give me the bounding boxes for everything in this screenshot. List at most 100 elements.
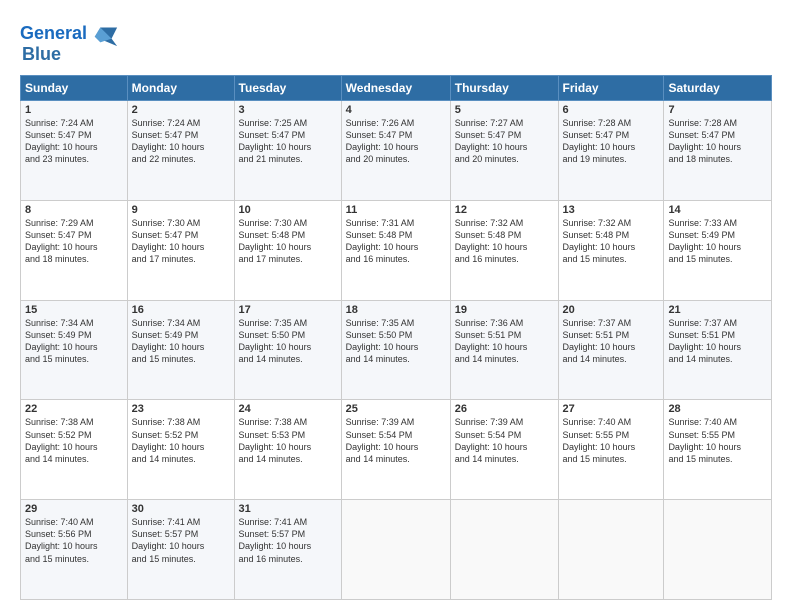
calendar-cell: 3Sunrise: 7:25 AM Sunset: 5:47 PM Daylig… bbox=[234, 101, 341, 201]
day-info: Sunrise: 7:39 AM Sunset: 5:54 PM Dayligh… bbox=[346, 416, 446, 465]
day-info: Sunrise: 7:34 AM Sunset: 5:49 PM Dayligh… bbox=[25, 317, 123, 366]
day-info: Sunrise: 7:37 AM Sunset: 5:51 PM Dayligh… bbox=[563, 317, 660, 366]
day-number: 20 bbox=[563, 304, 660, 316]
day-info: Sunrise: 7:31 AM Sunset: 5:48 PM Dayligh… bbox=[346, 217, 446, 266]
weekday-header-tuesday: Tuesday bbox=[234, 76, 341, 101]
day-number: 4 bbox=[346, 104, 446, 116]
day-number: 28 bbox=[668, 403, 767, 415]
day-info: Sunrise: 7:39 AM Sunset: 5:54 PM Dayligh… bbox=[455, 416, 554, 465]
calendar-cell: 19Sunrise: 7:36 AM Sunset: 5:51 PM Dayli… bbox=[450, 300, 558, 400]
day-number: 24 bbox=[239, 403, 337, 415]
day-info: Sunrise: 7:36 AM Sunset: 5:51 PM Dayligh… bbox=[455, 317, 554, 366]
day-info: Sunrise: 7:25 AM Sunset: 5:47 PM Dayligh… bbox=[239, 117, 337, 166]
day-info: Sunrise: 7:40 AM Sunset: 5:55 PM Dayligh… bbox=[563, 416, 660, 465]
day-number: 2 bbox=[132, 104, 230, 116]
day-info: Sunrise: 7:28 AM Sunset: 5:47 PM Dayligh… bbox=[563, 117, 660, 166]
calendar-cell: 27Sunrise: 7:40 AM Sunset: 5:55 PM Dayli… bbox=[558, 400, 664, 500]
day-info: Sunrise: 7:40 AM Sunset: 5:56 PM Dayligh… bbox=[25, 516, 123, 565]
day-number: 6 bbox=[563, 104, 660, 116]
calendar-cell: 25Sunrise: 7:39 AM Sunset: 5:54 PM Dayli… bbox=[341, 400, 450, 500]
day-info: Sunrise: 7:24 AM Sunset: 5:47 PM Dayligh… bbox=[132, 117, 230, 166]
day-info: Sunrise: 7:38 AM Sunset: 5:52 PM Dayligh… bbox=[132, 416, 230, 465]
day-number: 26 bbox=[455, 403, 554, 415]
day-number: 27 bbox=[563, 403, 660, 415]
calendar-cell bbox=[450, 500, 558, 600]
page: General Blue SundayMondayTuesdayWednesda… bbox=[0, 0, 792, 612]
calendar-cell: 8Sunrise: 7:29 AM Sunset: 5:47 PM Daylig… bbox=[21, 200, 128, 300]
logo: General Blue bbox=[20, 20, 119, 65]
day-number: 9 bbox=[132, 204, 230, 216]
day-info: Sunrise: 7:40 AM Sunset: 5:55 PM Dayligh… bbox=[668, 416, 767, 465]
calendar-cell: 13Sunrise: 7:32 AM Sunset: 5:48 PM Dayli… bbox=[558, 200, 664, 300]
day-info: Sunrise: 7:26 AM Sunset: 5:47 PM Dayligh… bbox=[346, 117, 446, 166]
day-info: Sunrise: 7:34 AM Sunset: 5:49 PM Dayligh… bbox=[132, 317, 230, 366]
day-number: 13 bbox=[563, 204, 660, 216]
day-info: Sunrise: 7:38 AM Sunset: 5:53 PM Dayligh… bbox=[239, 416, 337, 465]
calendar-cell: 10Sunrise: 7:30 AM Sunset: 5:48 PM Dayli… bbox=[234, 200, 341, 300]
calendar-cell: 21Sunrise: 7:37 AM Sunset: 5:51 PM Dayli… bbox=[664, 300, 772, 400]
day-number: 22 bbox=[25, 403, 123, 415]
day-number: 21 bbox=[668, 304, 767, 316]
calendar-cell: 22Sunrise: 7:38 AM Sunset: 5:52 PM Dayli… bbox=[21, 400, 128, 500]
calendar-cell: 24Sunrise: 7:38 AM Sunset: 5:53 PM Dayli… bbox=[234, 400, 341, 500]
day-number: 8 bbox=[25, 204, 123, 216]
calendar-cell: 28Sunrise: 7:40 AM Sunset: 5:55 PM Dayli… bbox=[664, 400, 772, 500]
calendar-cell: 11Sunrise: 7:31 AM Sunset: 5:48 PM Dayli… bbox=[341, 200, 450, 300]
day-number: 3 bbox=[239, 104, 337, 116]
calendar-cell: 26Sunrise: 7:39 AM Sunset: 5:54 PM Dayli… bbox=[450, 400, 558, 500]
calendar-cell: 17Sunrise: 7:35 AM Sunset: 5:50 PM Dayli… bbox=[234, 300, 341, 400]
calendar-cell: 15Sunrise: 7:34 AM Sunset: 5:49 PM Dayli… bbox=[21, 300, 128, 400]
day-number: 1 bbox=[25, 104, 123, 116]
calendar-cell: 16Sunrise: 7:34 AM Sunset: 5:49 PM Dayli… bbox=[127, 300, 234, 400]
calendar-table: SundayMondayTuesdayWednesdayThursdayFrid… bbox=[20, 75, 772, 600]
day-number: 14 bbox=[668, 204, 767, 216]
day-number: 10 bbox=[239, 204, 337, 216]
day-info: Sunrise: 7:32 AM Sunset: 5:48 PM Dayligh… bbox=[563, 217, 660, 266]
weekday-header-saturday: Saturday bbox=[664, 76, 772, 101]
logo-text: General bbox=[20, 24, 87, 44]
day-info: Sunrise: 7:35 AM Sunset: 5:50 PM Dayligh… bbox=[239, 317, 337, 366]
calendar-cell: 31Sunrise: 7:41 AM Sunset: 5:57 PM Dayli… bbox=[234, 500, 341, 600]
day-number: 19 bbox=[455, 304, 554, 316]
calendar-cell bbox=[664, 500, 772, 600]
calendar-cell: 14Sunrise: 7:33 AM Sunset: 5:49 PM Dayli… bbox=[664, 200, 772, 300]
day-info: Sunrise: 7:24 AM Sunset: 5:47 PM Dayligh… bbox=[25, 117, 123, 166]
day-number: 7 bbox=[668, 104, 767, 116]
header: General Blue bbox=[20, 16, 772, 65]
weekday-header-friday: Friday bbox=[558, 76, 664, 101]
day-info: Sunrise: 7:41 AM Sunset: 5:57 PM Dayligh… bbox=[239, 516, 337, 565]
calendar-cell: 20Sunrise: 7:37 AM Sunset: 5:51 PM Dayli… bbox=[558, 300, 664, 400]
day-number: 18 bbox=[346, 304, 446, 316]
calendar-cell: 4Sunrise: 7:26 AM Sunset: 5:47 PM Daylig… bbox=[341, 101, 450, 201]
calendar-cell: 23Sunrise: 7:38 AM Sunset: 5:52 PM Dayli… bbox=[127, 400, 234, 500]
logo-icon bbox=[91, 20, 119, 48]
day-number: 16 bbox=[132, 304, 230, 316]
calendar-cell: 6Sunrise: 7:28 AM Sunset: 5:47 PM Daylig… bbox=[558, 101, 664, 201]
calendar-cell: 2Sunrise: 7:24 AM Sunset: 5:47 PM Daylig… bbox=[127, 101, 234, 201]
day-info: Sunrise: 7:27 AM Sunset: 5:47 PM Dayligh… bbox=[455, 117, 554, 166]
weekday-header-wednesday: Wednesday bbox=[341, 76, 450, 101]
day-number: 29 bbox=[25, 503, 123, 515]
day-info: Sunrise: 7:28 AM Sunset: 5:47 PM Dayligh… bbox=[668, 117, 767, 166]
calendar-cell: 12Sunrise: 7:32 AM Sunset: 5:48 PM Dayli… bbox=[450, 200, 558, 300]
day-info: Sunrise: 7:32 AM Sunset: 5:48 PM Dayligh… bbox=[455, 217, 554, 266]
calendar-cell bbox=[558, 500, 664, 600]
calendar-cell: 5Sunrise: 7:27 AM Sunset: 5:47 PM Daylig… bbox=[450, 101, 558, 201]
weekday-header-monday: Monday bbox=[127, 76, 234, 101]
calendar-cell: 9Sunrise: 7:30 AM Sunset: 5:47 PM Daylig… bbox=[127, 200, 234, 300]
day-info: Sunrise: 7:41 AM Sunset: 5:57 PM Dayligh… bbox=[132, 516, 230, 565]
calendar-cell: 30Sunrise: 7:41 AM Sunset: 5:57 PM Dayli… bbox=[127, 500, 234, 600]
day-info: Sunrise: 7:38 AM Sunset: 5:52 PM Dayligh… bbox=[25, 416, 123, 465]
calendar-cell: 18Sunrise: 7:35 AM Sunset: 5:50 PM Dayli… bbox=[341, 300, 450, 400]
day-info: Sunrise: 7:30 AM Sunset: 5:48 PM Dayligh… bbox=[239, 217, 337, 266]
weekday-header-thursday: Thursday bbox=[450, 76, 558, 101]
day-number: 31 bbox=[239, 503, 337, 515]
day-number: 25 bbox=[346, 403, 446, 415]
day-info: Sunrise: 7:35 AM Sunset: 5:50 PM Dayligh… bbox=[346, 317, 446, 366]
day-info: Sunrise: 7:30 AM Sunset: 5:47 PM Dayligh… bbox=[132, 217, 230, 266]
day-number: 23 bbox=[132, 403, 230, 415]
day-number: 12 bbox=[455, 204, 554, 216]
day-number: 30 bbox=[132, 503, 230, 515]
calendar-cell bbox=[341, 500, 450, 600]
day-number: 5 bbox=[455, 104, 554, 116]
